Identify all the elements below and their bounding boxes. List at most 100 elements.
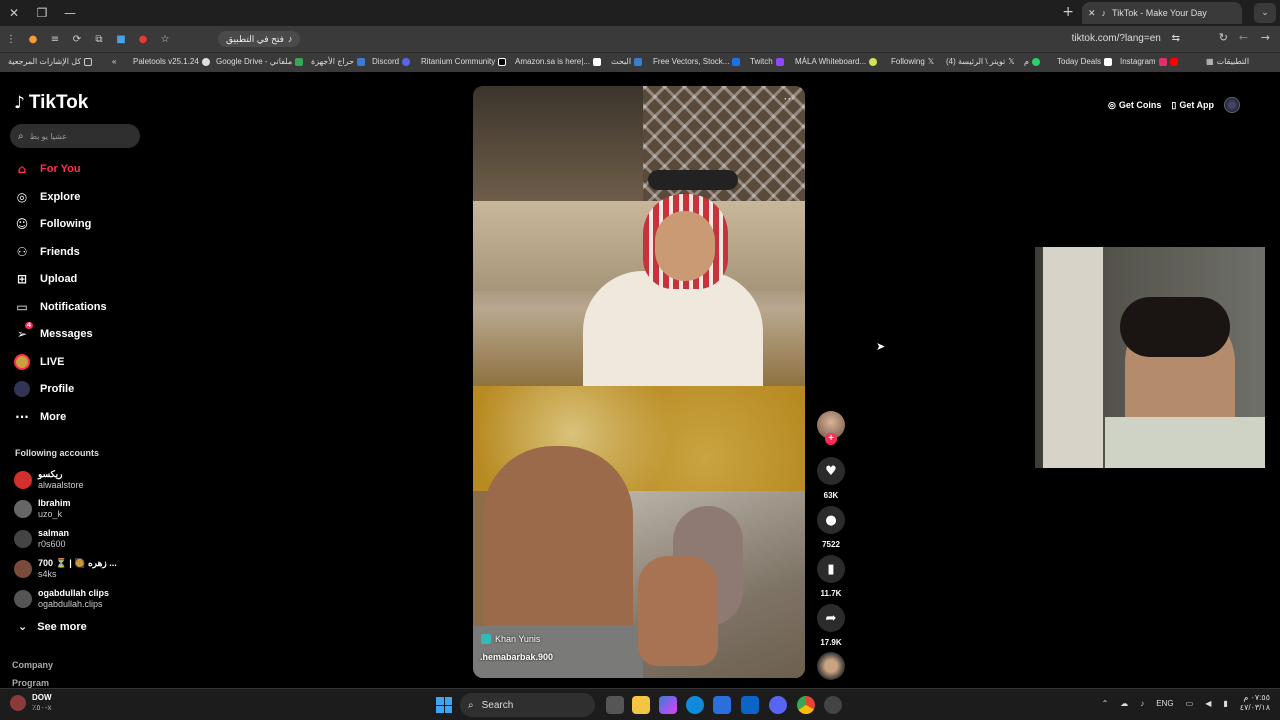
avatar [14, 590, 32, 608]
search-icon: ⌕ [18, 130, 24, 142]
bookmark-haraj[interactable]: حراج الأجهزة [311, 57, 365, 66]
search-input[interactable]: ⌕ عشيا يو بط [10, 124, 140, 148]
site-settings-icon[interactable]: ⇆ [1172, 33, 1180, 44]
get-app-button[interactable]: ▯ Get App [1171, 100, 1214, 111]
onedrive-icon[interactable]: ☁ [1120, 699, 1128, 708]
footer-company[interactable]: Company [12, 660, 53, 670]
network-icon[interactable]: ▭ [1186, 699, 1194, 708]
bookmark-label: Discord [372, 57, 400, 66]
bookmark-paletools[interactable]: Paletools v25.1.24 [133, 57, 210, 66]
extension-icon[interactable]: ■ [110, 28, 132, 50]
person-plus-icon: ☺ [15, 217, 29, 231]
file-explorer-icon[interactable] [632, 696, 650, 714]
nav-friends[interactable]: ⚇ Friends [14, 244, 80, 260]
taskbar-search[interactable]: ⌕ Search [460, 693, 595, 717]
tray-chevron-icon[interactable]: ⌃ [1102, 699, 1109, 708]
bookmark-ritanium[interactable]: Ritanium Community [421, 57, 507, 66]
bookmark-discord[interactable]: Discord [372, 57, 411, 66]
comment-button[interactable]: ● 7522 [817, 506, 845, 549]
nav-upload[interactable]: ⊞ Upload [14, 271, 77, 287]
browser-tab[interactable]: ✕ ♪ TikTok - Make Your Day [1082, 2, 1242, 24]
reload-icon[interactable]: ↻ [1219, 31, 1228, 44]
weather-widget[interactable]: DOW ٪٥٠-x [10, 693, 52, 713]
taskbar-search-label: Search [481, 699, 514, 711]
following-account[interactable]: Ibrahim uzo_k [14, 498, 71, 520]
bookmark-whatsapp[interactable]: م [1024, 57, 1040, 66]
tab-search-icon[interactable]: ⌄ [1254, 3, 1276, 23]
footer-program[interactable]: Program [12, 678, 49, 688]
store-icon[interactable] [713, 696, 731, 714]
bookmark-chevron-icon[interactable]: « [112, 57, 116, 66]
nav-live[interactable]: LIVE [14, 354, 64, 370]
bookmark-free-vectors[interactable]: Free Vectors, Stock... [653, 57, 741, 66]
following-account[interactable]: ogabdullah clips ogabdullah.clips [14, 588, 109, 610]
tiktok-logo[interactable]: ♪ TikTok [14, 92, 88, 114]
like-button[interactable]: ♥ 63K [817, 457, 845, 500]
discord-icon[interactable] [769, 696, 787, 714]
bookmark-instagram[interactable]: Instagram [1120, 57, 1178, 66]
my-avatar[interactable] [1224, 97, 1240, 113]
forward-icon[interactable]: → [1261, 31, 1270, 44]
bookmark-mala[interactable]: MÁLA Whiteboard... [795, 57, 878, 66]
mic-icon[interactable]: ♪ [1140, 699, 1144, 708]
bookmark-apps[interactable]: ▦ التطبيقات [1206, 57, 1249, 66]
task-view-icon[interactable] [606, 696, 624, 714]
bookmark-icon: ▮ [817, 555, 845, 583]
follow-plus-icon[interactable]: + [825, 433, 837, 445]
nav-for-you[interactable]: ⌂ For You [14, 161, 81, 177]
battery-icon[interactable]: ▮ [1223, 699, 1227, 708]
following-account[interactable]: salman r0s600 [14, 528, 69, 550]
bookmark-star-icon[interactable]: ☆ [154, 28, 176, 50]
bookmark-google-drive[interactable]: Google Drive - ملفاتي [216, 57, 304, 66]
chrome-icon[interactable] [797, 696, 815, 714]
video-more-icon[interactable]: ··· [784, 92, 795, 106]
video-player[interactable]: ··· Khan Yunis .hemabarbak.900 [473, 86, 805, 678]
nav-notifications[interactable]: ▭ Notifications [14, 299, 106, 315]
nav-messages[interactable]: ➢ 4 Messages [14, 322, 93, 342]
get-coins-button[interactable]: ◎ Get Coins [1108, 100, 1161, 111]
video-author[interactable]: .hemabarbak.900 [480, 652, 553, 662]
location-tag[interactable]: Khan Yunis [481, 634, 540, 644]
minimize-window-icon[interactable]: — [56, 0, 84, 26]
bookmark-following[interactable]: Following 𝕏 [891, 57, 934, 66]
restore-window-icon[interactable]: ❐ [28, 0, 56, 26]
address-bar[interactable]: tiktok.com/?lang=en ⇆ [1072, 33, 1180, 44]
following-account[interactable]: ريكسو alwaalstore [14, 469, 84, 491]
share-button[interactable]: ➦ 17.9K [817, 604, 845, 647]
extension-icon[interactable]: ≡ [44, 28, 66, 50]
new-tab-icon[interactable]: + [1062, 4, 1074, 20]
windows-start-icon[interactable] [436, 697, 452, 713]
copilot-icon[interactable] [659, 696, 677, 714]
location-icon [481, 634, 491, 644]
open-in-app-chip[interactable]: فتح في التطبيق ♪ [218, 31, 301, 47]
nav-explore[interactable]: ◎ Explore [14, 189, 81, 205]
extension-icon[interactable]: ⟳ [66, 28, 88, 50]
outlook-icon[interactable] [741, 696, 759, 714]
bookmark-twitch[interactable]: Twitch [750, 57, 784, 66]
save-button[interactable]: ▮ 11.7K [817, 555, 845, 598]
close-tab-icon[interactable]: ✕ [1088, 8, 1096, 19]
bookmark-today-deals[interactable]: Today Deals [1057, 57, 1113, 66]
extension-icon[interactable]: ● [22, 28, 44, 50]
close-window-icon[interactable]: ✕ [0, 0, 28, 26]
language-indicator[interactable]: ENG [1156, 699, 1173, 708]
music-disc[interactable] [817, 652, 845, 680]
bookmark-search[interactable]: البحث [611, 57, 643, 66]
tab-favicon-icon: ♪ [1101, 8, 1107, 18]
extension-icon[interactable]: ● [132, 28, 154, 50]
clock[interactable]: ٠٧:٥٥ م ٤٧/٠٣/١٨ [1240, 693, 1270, 713]
app-icon[interactable] [824, 696, 842, 714]
nav-following[interactable]: ☺ Following [14, 216, 92, 232]
following-account[interactable]: 700 ⏳ | 🥘 زهره ... s4ks [14, 558, 117, 580]
back-icon[interactable]: ← [1239, 31, 1248, 44]
bookmark-all[interactable]: كل الإشارات المرجعية [8, 57, 93, 66]
volume-icon[interactable]: ◀ [1205, 699, 1211, 708]
edge-icon[interactable] [686, 696, 704, 714]
see-more-button[interactable]: ⌄ See more [18, 620, 87, 633]
bookmark-twitter[interactable]: (4) تويتر \ الرئيسة 𝕏 [946, 57, 1015, 66]
extensions-puzzle-icon[interactable]: ⧉ [88, 28, 110, 50]
menu-dots-icon[interactable]: ⋮ [0, 28, 22, 50]
bookmark-amazon[interactable]: Amazon.sa is here|... [515, 57, 601, 66]
nav-more[interactable]: ··· More [14, 409, 66, 425]
nav-profile[interactable]: Profile [14, 381, 74, 397]
